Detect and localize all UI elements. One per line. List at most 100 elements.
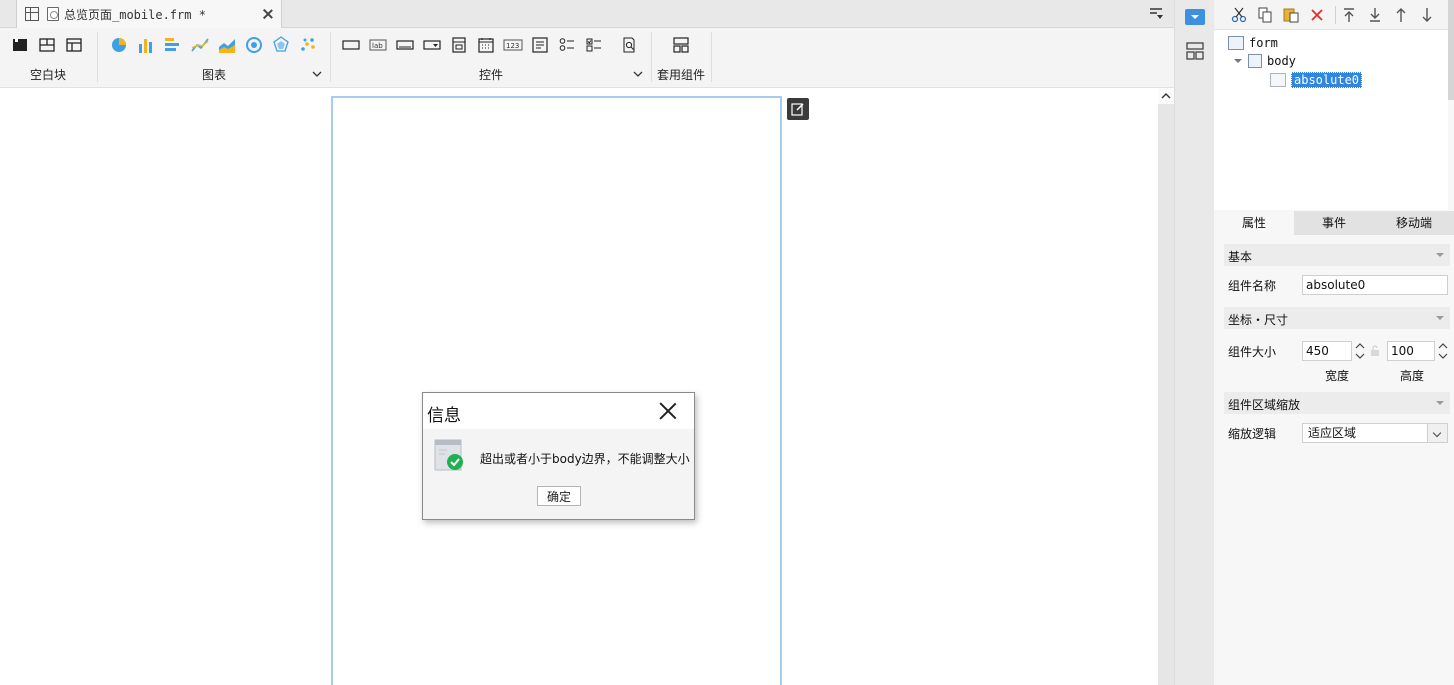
mobile-page-frame[interactable] (331, 96, 782, 685)
radio-list-widget-icon[interactable] (557, 36, 577, 54)
query-widget-icon[interactable] (619, 36, 639, 54)
section-basic[interactable]: 基本 (1224, 244, 1450, 266)
tree-scrollbar[interactable] (1448, 0, 1454, 100)
grid-icon (25, 7, 39, 21)
table-layout-icon[interactable] (64, 36, 84, 54)
horizontal-bar-chart-icon[interactable] (163, 36, 183, 54)
component-panel-icon[interactable] (1185, 9, 1205, 25)
dialog-title: 信息 (427, 406, 461, 426)
area-chart-icon[interactable] (217, 36, 237, 54)
tree-node-label: body (1267, 54, 1296, 68)
number-widget-icon[interactable]: 123 (503, 36, 523, 54)
collapse-icon (1436, 316, 1444, 320)
scatter-chart-icon[interactable] (298, 36, 318, 54)
bar-chart-icon[interactable] (136, 36, 156, 54)
size-label: 组件大小 (1228, 345, 1277, 359)
section-position-size[interactable]: 坐标・尺寸 (1224, 307, 1450, 329)
file-icon (47, 7, 59, 21)
paste-icon[interactable] (1282, 6, 1300, 24)
dialog-close-icon[interactable] (659, 402, 677, 420)
date-widget-icon[interactable] (476, 36, 496, 54)
blank-block-icon[interactable] (10, 36, 30, 54)
checkbox-list-widget-icon[interactable] (584, 36, 604, 54)
scale-logic-select[interactable]: 适应区域 (1302, 423, 1448, 443)
text-field-widget-icon[interactable] (395, 36, 415, 54)
cut-icon[interactable] (1230, 6, 1248, 24)
right-rail (1174, 0, 1214, 685)
layout-panel-icon[interactable] (1185, 42, 1205, 60)
canvas-vertical-scrollbar[interactable] (1158, 88, 1174, 685)
label-widget-icon[interactable]: lab (368, 36, 388, 54)
section-title: 组件区域缩放 (1228, 398, 1301, 412)
copy-icon[interactable] (1256, 6, 1274, 24)
pie-chart-icon[interactable] (109, 36, 129, 54)
line-chart-icon[interactable] (190, 36, 210, 54)
textarea-widget-icon[interactable] (530, 36, 550, 54)
tree-node-label-selected: absolute0 (1291, 72, 1363, 88)
height-input[interactable]: 100 (1387, 341, 1435, 361)
chevron-down-icon[interactable] (1427, 424, 1447, 442)
split-layout-icon[interactable] (37, 36, 57, 54)
form-icon (1228, 36, 1244, 50)
section-title: 基本 (1228, 250, 1253, 264)
component-name-input[interactable]: absolute0 (1302, 275, 1448, 295)
group-label-charts: 图表 (201, 68, 226, 82)
tab-properties[interactable]: 属性 (1214, 211, 1294, 235)
tab-file[interactable]: 总览页面_mobile.frm * (16, 0, 282, 28)
ribbon-toolbar: 空白块 图表 lab 123 控件 套用组件 (0, 28, 1174, 88)
tab-list-menu-icon[interactable] (1148, 6, 1164, 22)
move-up-icon[interactable] (1392, 6, 1410, 24)
tab-bar: 总览页面_mobile.frm * (0, 0, 1174, 28)
expand-charts-chevron-icon[interactable] (312, 68, 322, 78)
component-toolbar (1214, 0, 1454, 30)
radio-group-widget-icon[interactable] (449, 36, 469, 54)
tab-events[interactable]: 事件 (1294, 211, 1374, 235)
ribbon-divider (711, 32, 712, 82)
number-widget-text: 123 (506, 42, 519, 50)
expand-controls-chevron-icon[interactable] (633, 68, 643, 78)
width-input[interactable]: 450 (1302, 341, 1352, 361)
group-blank-block: 空白块 (0, 28, 96, 88)
toolbar-divider (1335, 6, 1336, 24)
properties-panel: form body absolute0 属性 事件 移动端 基本 组件名称 ab… (1214, 0, 1454, 685)
width-spinner[interactable] (1353, 341, 1367, 361)
gauge-chart-icon[interactable] (244, 36, 264, 54)
height-spinner[interactable] (1436, 341, 1450, 361)
tab-mobile[interactable]: 移动端 (1374, 211, 1454, 235)
section-area-scale[interactable]: 组件区域缩放 (1224, 392, 1450, 414)
info-dialog: 信息 超出或者小于body边界，不能调整大小 确定 (422, 392, 695, 520)
lock-aspect-icon[interactable] (1370, 345, 1380, 357)
tab-title: 总览页面_mobile.frm * (64, 7, 206, 22)
group-label-controls: 控件 (478, 68, 503, 82)
tree-node-label: form (1249, 36, 1278, 50)
close-tab-icon[interactable] (261, 7, 275, 21)
body-icon (1248, 54, 1262, 68)
success-info-icon (434, 439, 464, 471)
radar-chart-icon[interactable] (271, 36, 291, 54)
ok-button[interactable]: 确定 (537, 486, 581, 506)
dropdown-widget-icon[interactable] (422, 36, 442, 54)
group-label-templates: 套用组件 (656, 68, 705, 82)
group-controls: lab 123 控件 (331, 28, 651, 88)
tree-node-absolute0[interactable]: absolute0 (1270, 72, 1363, 88)
scroll-up-icon[interactable] (1158, 88, 1174, 104)
scale-logic-label: 缩放逻辑 (1228, 427, 1277, 441)
move-down-icon[interactable] (1418, 6, 1436, 24)
property-tabs: 属性 事件 移动端 (1214, 211, 1454, 235)
section-title: 坐标・尺寸 (1228, 313, 1289, 327)
name-label: 组件名称 (1228, 279, 1277, 293)
edit-icon[interactable] (787, 98, 809, 120)
button-widget-icon[interactable] (341, 36, 361, 54)
width-caption: 宽度 (1325, 369, 1350, 383)
designer-window: 总览页面_mobile.frm * 空白块 图表 lab 123 控件 套用组件… (0, 0, 1454, 685)
template-component-icon[interactable] (671, 36, 691, 54)
dialog-message: 超出或者小于body边界，不能调整大小 (480, 452, 690, 466)
collapse-icon (1436, 401, 1444, 405)
scale-logic-value: 适应区域 (1308, 426, 1357, 440)
delete-icon[interactable] (1308, 6, 1326, 24)
tree-node-form[interactable]: form (1228, 36, 1278, 50)
move-bottom-icon[interactable] (1366, 6, 1384, 24)
tree-expand-icon[interactable] (1232, 56, 1244, 66)
tree-node-body[interactable]: body (1232, 54, 1296, 68)
move-top-icon[interactable] (1340, 6, 1358, 24)
